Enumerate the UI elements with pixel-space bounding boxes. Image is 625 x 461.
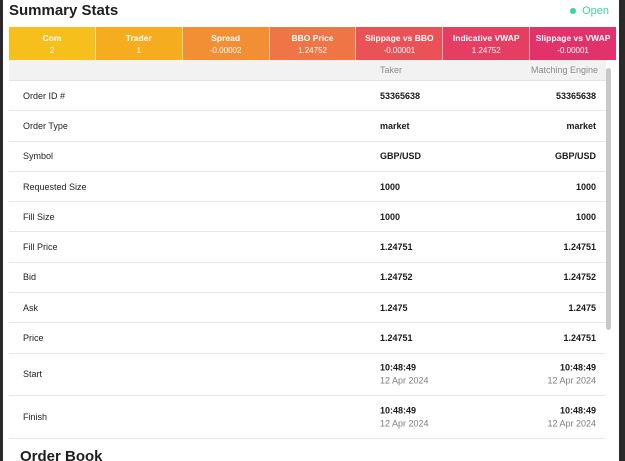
engine-value: 1.2475 <box>568 302 596 313</box>
table-row: Fill Price 1.24751 1.24751 <box>9 232 606 263</box>
row-label: Requested Size <box>23 181 87 192</box>
table-row: Order Type market market <box>9 111 606 142</box>
metric-label: Slippage vs BBO <box>365 32 434 43</box>
metric-value: -0.00001 <box>557 45 589 55</box>
metric-slippage-vs-vwap: Slippage vs VWAP -0.00001 <box>530 27 617 60</box>
table-row: Ask 1.2475 1.2475 <box>9 293 606 324</box>
order-book-title: Order Book <box>20 448 103 461</box>
row-label: Symbol <box>23 151 54 162</box>
table-row: Bid 1.24752 1.24752 <box>9 263 606 294</box>
metric-label: Indicative VWAP <box>452 32 520 43</box>
metric-value: 1 <box>136 45 142 55</box>
summary-stats-panel: Summary Stats Open Com 2 Trader 1 Spread… <box>3 0 619 461</box>
metric-value: -0.00001 <box>383 45 416 55</box>
row-label: Fill Size <box>23 211 55 222</box>
metric-value: 2 <box>49 45 55 55</box>
metrics-bar: Com 2 Trader 1 Spread -0.00002 BBO Price… <box>9 27 617 60</box>
engine-value: 10:48:49 12 Apr 2024 <box>547 405 596 428</box>
row-label: Order ID # <box>23 90 66 101</box>
taker-value: 10:48:49 12 Apr 2024 <box>380 363 429 386</box>
metric-label: Spread <box>211 32 241 43</box>
metric-value: -0.00002 <box>209 45 242 55</box>
engine-value: market <box>566 120 596 131</box>
metric-value: 1.24752 <box>471 45 501 55</box>
taker-value: market <box>380 120 410 131</box>
taker-date: 12 Apr 2024 <box>380 375 429 386</box>
taker-time: 10:48:49 <box>380 362 417 373</box>
metric-label: Com <box>42 32 62 43</box>
engine-date: 12 Apr 2024 <box>547 418 596 429</box>
metric-value: 1.24752 <box>298 45 327 55</box>
engine-time: 10:48:49 <box>559 362 596 373</box>
metric-slippage-vs-bbo: Slippage vs BBO -0.00001 <box>356 27 444 60</box>
engine-value: 1.24751 <box>563 333 596 344</box>
engine-value: 10:48:49 12 Apr 2024 <box>547 363 596 386</box>
comparison-table: Taker Matching Engine Order ID # 5336563… <box>9 60 616 441</box>
taker-value: 1.24752 <box>380 272 413 283</box>
row-label: Fill Price <box>23 242 58 253</box>
column-header-taker: Taker <box>380 65 403 75</box>
table-body: Order ID # 53365638 53365638 Order Type … <box>9 81 606 439</box>
taker-value: 53365638 <box>380 90 421 101</box>
row-label: Ask <box>23 302 39 313</box>
engine-date: 12 Apr 2024 <box>547 375 596 386</box>
taker-value: 10:48:49 12 Apr 2024 <box>380 405 429 428</box>
metric-label: Slippage vs VWAP <box>535 32 611 43</box>
engine-value: 1000 <box>575 211 596 222</box>
table-scrollbar[interactable] <box>606 68 611 330</box>
engine-value: GBP/USD <box>554 151 596 162</box>
table-row: Symbol GBP/USD GBP/USD <box>9 142 606 172</box>
panel-title: Summary Stats <box>9 2 119 19</box>
status-indicator: Open <box>570 5 609 17</box>
taker-value: GBP/USD <box>380 151 422 162</box>
metric-label: Trader <box>125 32 152 43</box>
status-label: Open <box>582 5 609 17</box>
taker-value: 1.24751 <box>380 333 413 344</box>
table-row: Fill Size 1000 1000 <box>9 202 606 233</box>
table-row: Requested Size 1000 1000 <box>9 172 606 203</box>
table-row: Finish 10:48:49 12 Apr 2024 10:48:49 12 … <box>9 396 606 439</box>
row-label: Finish <box>23 411 48 422</box>
table-row: Start 10:48:49 12 Apr 2024 10:48:49 12 A… <box>9 354 606 397</box>
metric-indicative-vwap: Indicative VWAP 1.24752 <box>443 27 531 60</box>
taker-time: 10:48:49 <box>380 405 417 416</box>
metric-bbo-price: BBO Price 1.24752 <box>269 27 357 60</box>
metric-trader: Trader 1 <box>95 27 183 60</box>
engine-value: 1.24752 <box>563 272 596 283</box>
taker-date: 12 Apr 2024 <box>380 418 429 429</box>
engine-time: 10:48:49 <box>559 405 596 416</box>
metric-spread: Spread -0.00002 <box>182 27 270 60</box>
row-label: Order Type <box>23 120 68 131</box>
taker-value: 1000 <box>380 211 401 222</box>
row-label: Bid <box>23 272 37 283</box>
table-row: Price 1.24751 1.24751 <box>9 323 606 354</box>
engine-value: 53365638 <box>555 90 596 101</box>
row-label: Price <box>23 333 44 344</box>
row-label: Start <box>23 369 43 380</box>
engine-value: 1.24751 <box>563 242 596 253</box>
metric-label: BBO Price <box>291 32 334 43</box>
taker-value: 1.2475 <box>380 302 408 313</box>
panel-header: Summary Stats Open <box>3 0 619 27</box>
engine-value: 1000 <box>575 181 596 192</box>
metric-com: Com 2 <box>9 27 96 60</box>
column-header-matching-engine: Matching Engine <box>530 65 598 75</box>
status-dot-icon <box>570 8 577 14</box>
table-header: Taker Matching Engine <box>9 60 606 81</box>
taker-value: 1000 <box>380 181 401 192</box>
table-row: Order ID # 53365638 53365638 <box>9 81 606 112</box>
taker-value: 1.24751 <box>380 242 413 253</box>
